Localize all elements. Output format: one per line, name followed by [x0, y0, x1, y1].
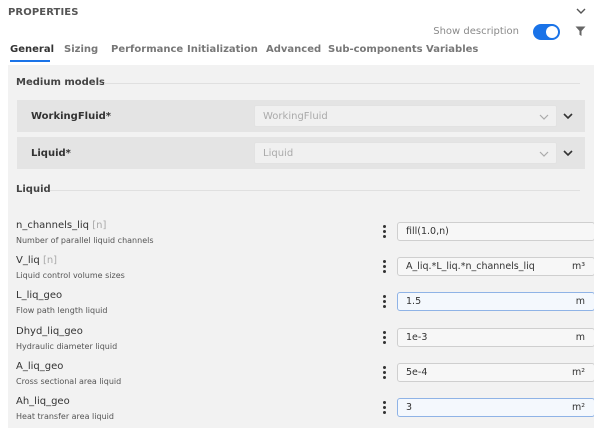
- field-value: 5e-4: [406, 367, 428, 378]
- filter-icon[interactable]: [575, 26, 586, 37]
- chevron-down-icon: [539, 151, 549, 157]
- field-unit: m³: [571, 261, 585, 272]
- model-label: WorkingFluid*: [31, 111, 112, 122]
- select-value: Liquid: [263, 148, 294, 159]
- param-value-field[interactable]: 1e-3 m: [397, 328, 594, 347]
- panel-title: PROPERTIES: [8, 7, 79, 18]
- show-description-toggle[interactable]: [533, 24, 560, 40]
- param-description: Cross sectional area liquid: [16, 377, 122, 386]
- field-unit: m: [575, 332, 585, 343]
- param-name-text: V_liq: [16, 255, 40, 266]
- chevron-down-icon[interactable]: [562, 147, 574, 159]
- kebab-icon[interactable]: [382, 260, 388, 274]
- active-tab-indicator: [10, 60, 50, 62]
- chevron-down-icon: [539, 114, 549, 120]
- tab-content: Medium models WorkingFluid* WorkingFluid…: [8, 65, 594, 428]
- model-row-liquid: Liquid* Liquid: [17, 137, 585, 169]
- param-row-dhyd-liq-geo: Dhyd_liq_geo Hydraulic diameter liquid 1…: [16, 326, 594, 360]
- kebab-icon[interactable]: [382, 295, 388, 309]
- field-value: 3: [406, 402, 413, 413]
- kebab-icon[interactable]: [382, 225, 388, 239]
- param-row-a-liq-geo: A_liq_geo Cross sectional area liquid 5e…: [16, 361, 594, 395]
- chevron-down-icon[interactable]: [562, 110, 574, 122]
- tab-sizing[interactable]: Sizing: [64, 44, 98, 55]
- section-divider: [50, 190, 580, 191]
- param-value-field[interactable]: 3 m²: [397, 398, 594, 417]
- param-name-text: A_liq_geo: [16, 361, 64, 372]
- param-name-text: Dhyd_liq_geo: [16, 326, 83, 337]
- tab-performance[interactable]: Performance: [111, 44, 183, 55]
- param-row-l-liq-geo: L_liq_geo Flow path length liquid 1.5 m: [16, 290, 594, 324]
- param-description: Liquid control volume sizes: [16, 271, 125, 280]
- param-name-text: Ah_liq_geo: [16, 396, 70, 407]
- param-name: Ah_liq_geo: [16, 396, 70, 407]
- workingfluid-select[interactable]: WorkingFluid: [254, 105, 557, 127]
- tab-advanced[interactable]: Advanced: [266, 44, 321, 55]
- select-value: WorkingFluid: [263, 111, 328, 122]
- field-value: A_liq.*L_liq.*n_channels_liq: [406, 261, 535, 272]
- tab-sub-components[interactable]: Sub-components: [328, 44, 423, 55]
- tab-general[interactable]: General: [10, 44, 54, 55]
- param-name: Dhyd_liq_geo: [16, 326, 83, 337]
- kebab-icon[interactable]: [382, 331, 388, 345]
- param-name-text: L_liq_geo: [16, 290, 63, 301]
- section-title-liquid: Liquid: [16, 184, 51, 195]
- param-value-field[interactable]: fill(1.0,n): [397, 222, 594, 241]
- toggle-knob: [546, 26, 558, 38]
- field-unit: m²: [571, 367, 585, 378]
- param-name: V_liq [n]: [16, 255, 57, 266]
- model-label: Liquid*: [31, 148, 71, 159]
- param-row-n-channels-liq: n_channels_liq [n] Number of parallel li…: [16, 220, 594, 254]
- param-description: Heat transfer area liquid: [16, 412, 114, 421]
- field-unit: m: [575, 296, 585, 307]
- show-description-label: Show description: [433, 26, 519, 37]
- param-dimension-hint: [n]: [42, 255, 58, 266]
- section-title-medium-models: Medium models: [16, 77, 105, 88]
- kebab-icon[interactable]: [382, 401, 388, 415]
- field-unit: m²: [571, 402, 585, 413]
- tab-variables[interactable]: Variables: [426, 44, 478, 55]
- field-value: 1.5: [406, 296, 422, 307]
- param-name: A_liq_geo: [16, 361, 63, 372]
- param-description: Number of parallel liquid channels: [16, 236, 154, 245]
- param-description: Flow path length liquid: [16, 306, 108, 315]
- tab-initialization[interactable]: Initialization: [187, 44, 258, 55]
- param-name-text: n_channels_liq: [16, 220, 90, 231]
- model-row-workingfluid: WorkingFluid* WorkingFluid: [17, 100, 585, 132]
- section-divider: [104, 83, 580, 84]
- param-value-field[interactable]: 5e-4 m²: [397, 363, 594, 382]
- param-name: L_liq_geo: [16, 290, 62, 301]
- param-row-v-liq: V_liq [n] Liquid control volume sizes A_…: [16, 255, 594, 289]
- properties-header: PROPERTIES: [0, 0, 594, 24]
- param-row-ah-liq-geo: Ah_liq_geo Heat transfer area liquid 3 m…: [16, 396, 594, 428]
- param-name: n_channels_liq [n]: [16, 220, 106, 231]
- field-value: 1e-3: [406, 332, 428, 343]
- liquid-select[interactable]: Liquid: [254, 142, 557, 164]
- param-description: Hydraulic diameter liquid: [16, 342, 118, 351]
- kebab-icon[interactable]: [382, 366, 388, 380]
- field-value: fill(1.0,n): [406, 226, 449, 237]
- param-value-field[interactable]: A_liq.*L_liq.*n_channels_liq m³: [397, 257, 594, 276]
- param-dimension-hint: [n]: [92, 220, 107, 231]
- chevron-down-icon[interactable]: [575, 5, 587, 17]
- param-value-field[interactable]: 1.5 m: [397, 292, 594, 311]
